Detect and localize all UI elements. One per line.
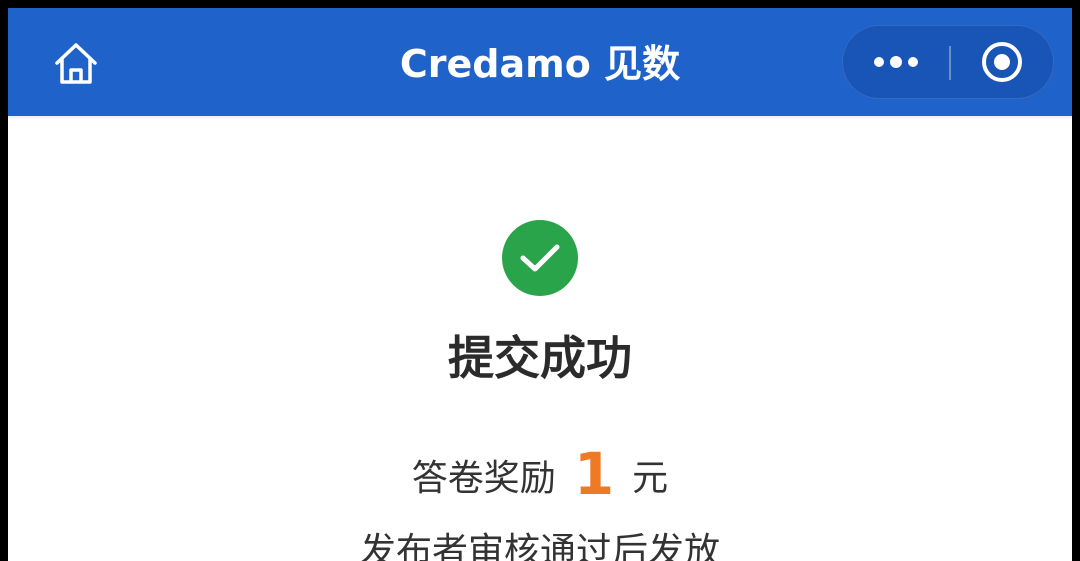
check-circle-icon — [502, 220, 578, 296]
navigation-bar: Credamo 见数 — [8, 8, 1072, 116]
checkmark-icon — [520, 244, 560, 272]
page-frame: Credamo 见数 提交成功 答卷奖励 1 元 发布者审核通过后发放 — [8, 8, 1072, 561]
reward-unit: 元 — [632, 458, 669, 499]
reward-prefix: 答卷奖励 — [411, 458, 556, 499]
reward-amount: 1 — [573, 440, 615, 508]
more-button[interactable] — [843, 26, 949, 98]
result-title: 提交成功 — [448, 331, 632, 385]
home-button[interactable] — [48, 36, 104, 92]
reward-line: 答卷奖励 1 元 — [8, 444, 1072, 509]
reward-note: 发布者审核通过后发放 — [359, 531, 720, 561]
mini-program-capsule — [842, 25, 1054, 99]
home-icon — [55, 43, 97, 84]
close-target-icon — [982, 42, 1022, 82]
more-dots-icon — [874, 56, 918, 68]
close-button[interactable] — [951, 26, 1053, 98]
navbar-divider — [8, 116, 1072, 120]
